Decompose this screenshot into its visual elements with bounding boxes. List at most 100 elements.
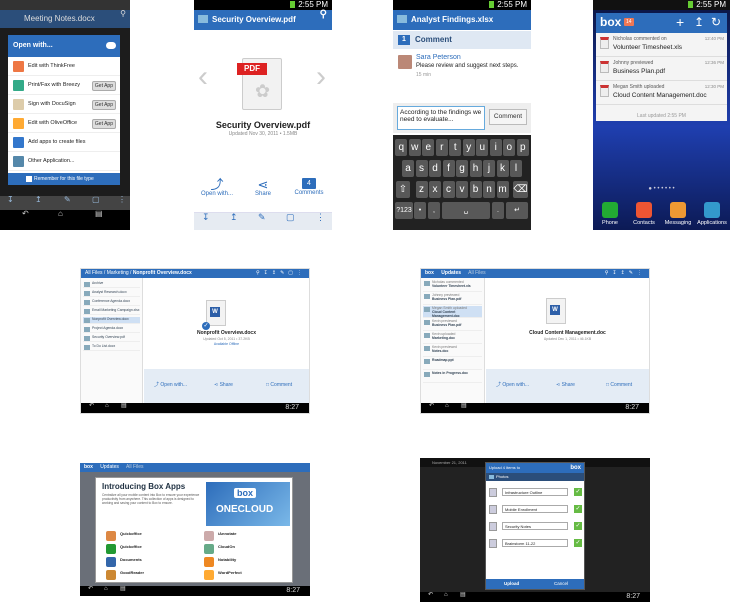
refresh-icon[interactable]: ↻: [711, 16, 721, 28]
remember-row[interactable]: Remember for this file type: [8, 173, 120, 185]
open-with-button[interactable]: ⤴ Open with...: [154, 382, 187, 388]
action-share[interactable]: ⋖ Share: [244, 178, 282, 197]
key[interactable]: a: [402, 160, 414, 177]
dock-app[interactable]: Messaging: [661, 202, 695, 230]
update-row[interactable]: Johnny previewed Business Plan.pdf: [423, 293, 482, 305]
notification-item[interactable]: Johnny previewed Business Plan.pdf 12:36 P…: [596, 57, 727, 81]
home-icon[interactable]: ⌂: [444, 592, 448, 598]
filename-input[interactable]: Security Notes: [502, 522, 568, 530]
app-tile[interactable]: WordPerfect: [204, 569, 294, 581]
period-key[interactable]: .: [492, 202, 504, 219]
home-icon[interactable]: ⌂: [104, 586, 108, 592]
get-app-button[interactable]: Get App: [91, 81, 116, 91]
key[interactable]: l: [510, 160, 522, 177]
key[interactable]: p: [516, 139, 529, 156]
open-with-button[interactable]: ⤴ Open with...: [496, 382, 529, 388]
filename-input[interactable]: Infrastructure Outline: [502, 488, 568, 496]
download-icon[interactable]: ↧: [264, 271, 272, 276]
open-with-item[interactable]: Print/Fax with Breezy Get App: [8, 76, 120, 95]
tab-all-files[interactable]: All Files: [126, 464, 144, 470]
delete-icon[interactable]: ▢: [288, 271, 297, 276]
search-icon[interactable]: ⚲: [120, 10, 126, 18]
next-arrow-icon[interactable]: ›: [316, 62, 326, 92]
recent-apps-icon[interactable]: ▤: [460, 592, 466, 598]
key[interactable]: r: [435, 139, 448, 156]
tab-all-files[interactable]: All Files: [468, 270, 486, 276]
comment-button[interactable]: □ Comment: [606, 382, 632, 388]
key[interactable]: f: [442, 160, 455, 177]
dock-app[interactable]: Phone: [593, 202, 627, 230]
checkbox-icon[interactable]: [26, 176, 32, 182]
folder-icon[interactable]: [198, 15, 208, 23]
upload-icon[interactable]: ↥: [272, 271, 280, 276]
key[interactable]: o: [503, 139, 516, 156]
key[interactable]: e: [422, 139, 435, 156]
home-icon[interactable]: ⌂: [445, 403, 449, 409]
cancel-button[interactable]: Cancel: [554, 579, 568, 589]
shift-key[interactable]: ⇧: [396, 181, 410, 198]
get-app-button[interactable]: Get App: [91, 119, 116, 129]
update-row[interactable]: Roadmap.ppt: [423, 358, 482, 370]
key[interactable]: v: [456, 181, 468, 198]
share-button[interactable]: ⋖ Share: [556, 382, 575, 388]
checkbox-icon[interactable]: ✓: [574, 522, 582, 530]
file-row[interactable]: Nonprofit Overview.docx: [83, 317, 140, 324]
key[interactable]: t: [449, 139, 462, 156]
update-row[interactable]: Megan Smith uploaded Cloud Content Manage…: [423, 306, 482, 318]
upload-icon[interactable]: ↥: [230, 213, 238, 222]
open-with-item[interactable]: Edit with ThinkFree: [8, 57, 120, 76]
key[interactable]: u: [476, 139, 489, 156]
key[interactable]: k: [496, 160, 509, 177]
upload-icon[interactable]: ↥: [694, 16, 704, 28]
edit-icon[interactable]: ✎: [258, 213, 266, 222]
folder-icon[interactable]: [397, 15, 407, 23]
edit-icon[interactable]: ✎: [64, 196, 71, 204]
filename-input[interactable]: Mobile Enrollment: [502, 505, 568, 513]
comma-key[interactable]: ,: [428, 202, 440, 219]
comment-input[interactable]: According to the findings we need to eva…: [397, 106, 485, 130]
open-with-item[interactable]: Sign with DocuSign Get App: [8, 95, 120, 114]
key[interactable]: w: [408, 139, 421, 156]
share-button[interactable]: ⋖ Share: [214, 382, 233, 388]
open-with-item[interactable]: Edit with OliveOffice Get App: [8, 114, 120, 133]
breadcrumb-item[interactable]: All Files: [85, 270, 103, 276]
upload-icon[interactable]: ↥: [621, 271, 629, 276]
app-tile[interactable]: Notability: [204, 556, 294, 568]
home-icon[interactable]: ⌂: [105, 403, 109, 409]
add-icon[interactable]: +: [676, 15, 684, 29]
key[interactable]: d: [429, 160, 441, 177]
delete-icon[interactable]: ▢: [286, 213, 295, 222]
checkbox-icon[interactable]: ✓: [574, 539, 582, 547]
search-icon[interactable]: ⚲: [256, 271, 264, 276]
filename-input[interactable]: Brainstorm 11-22: [502, 539, 568, 547]
enter-key[interactable]: ↵: [506, 202, 528, 219]
update-row[interactable]: Kevin uploaded Marketing.doc: [423, 332, 482, 344]
key[interactable]: j: [483, 160, 495, 177]
prev-arrow-icon[interactable]: ‹: [198, 62, 208, 92]
search-icon[interactable]: ⚲: [605, 271, 613, 276]
recent-apps-icon[interactable]: ▤: [121, 403, 127, 409]
open-with-item[interactable]: Other Application...: [8, 152, 120, 171]
key[interactable]: h: [469, 160, 482, 177]
get-app-button[interactable]: Get App: [91, 100, 116, 110]
more-icon[interactable]: ⋮: [637, 271, 646, 276]
upload-button[interactable]: Upload: [504, 579, 519, 589]
key[interactable]: x: [429, 181, 441, 198]
action-comments[interactable]: 4 Comments: [290, 178, 328, 196]
file-row[interactable]: Email Marketing Campaign.xlsx: [83, 308, 140, 315]
home-icon[interactable]: ⌂: [58, 210, 63, 218]
recent-apps-icon[interactable]: ▤: [95, 210, 103, 218]
search-icon[interactable]: ⚲: [320, 10, 327, 20]
file-row[interactable]: Security Overview.pdf: [83, 335, 140, 342]
delete-icon[interactable]: ▢: [92, 196, 100, 204]
app-tile[interactable]: GoodReader: [106, 569, 196, 581]
backspace-key[interactable]: ⌫: [513, 181, 528, 198]
key[interactable]: z: [415, 181, 428, 198]
symbols-key[interactable]: ?123: [395, 202, 413, 219]
app-tile[interactable]: Quickoffice: [106, 530, 196, 542]
file-row[interactable]: Analyst Research.docx: [83, 290, 140, 297]
tab-updates[interactable]: Updates: [441, 270, 461, 276]
dock-app[interactable]: Contacts: [627, 202, 661, 230]
dock-app[interactable]: Applications: [695, 202, 729, 230]
app-tile[interactable]: iAnnotate: [204, 530, 294, 542]
